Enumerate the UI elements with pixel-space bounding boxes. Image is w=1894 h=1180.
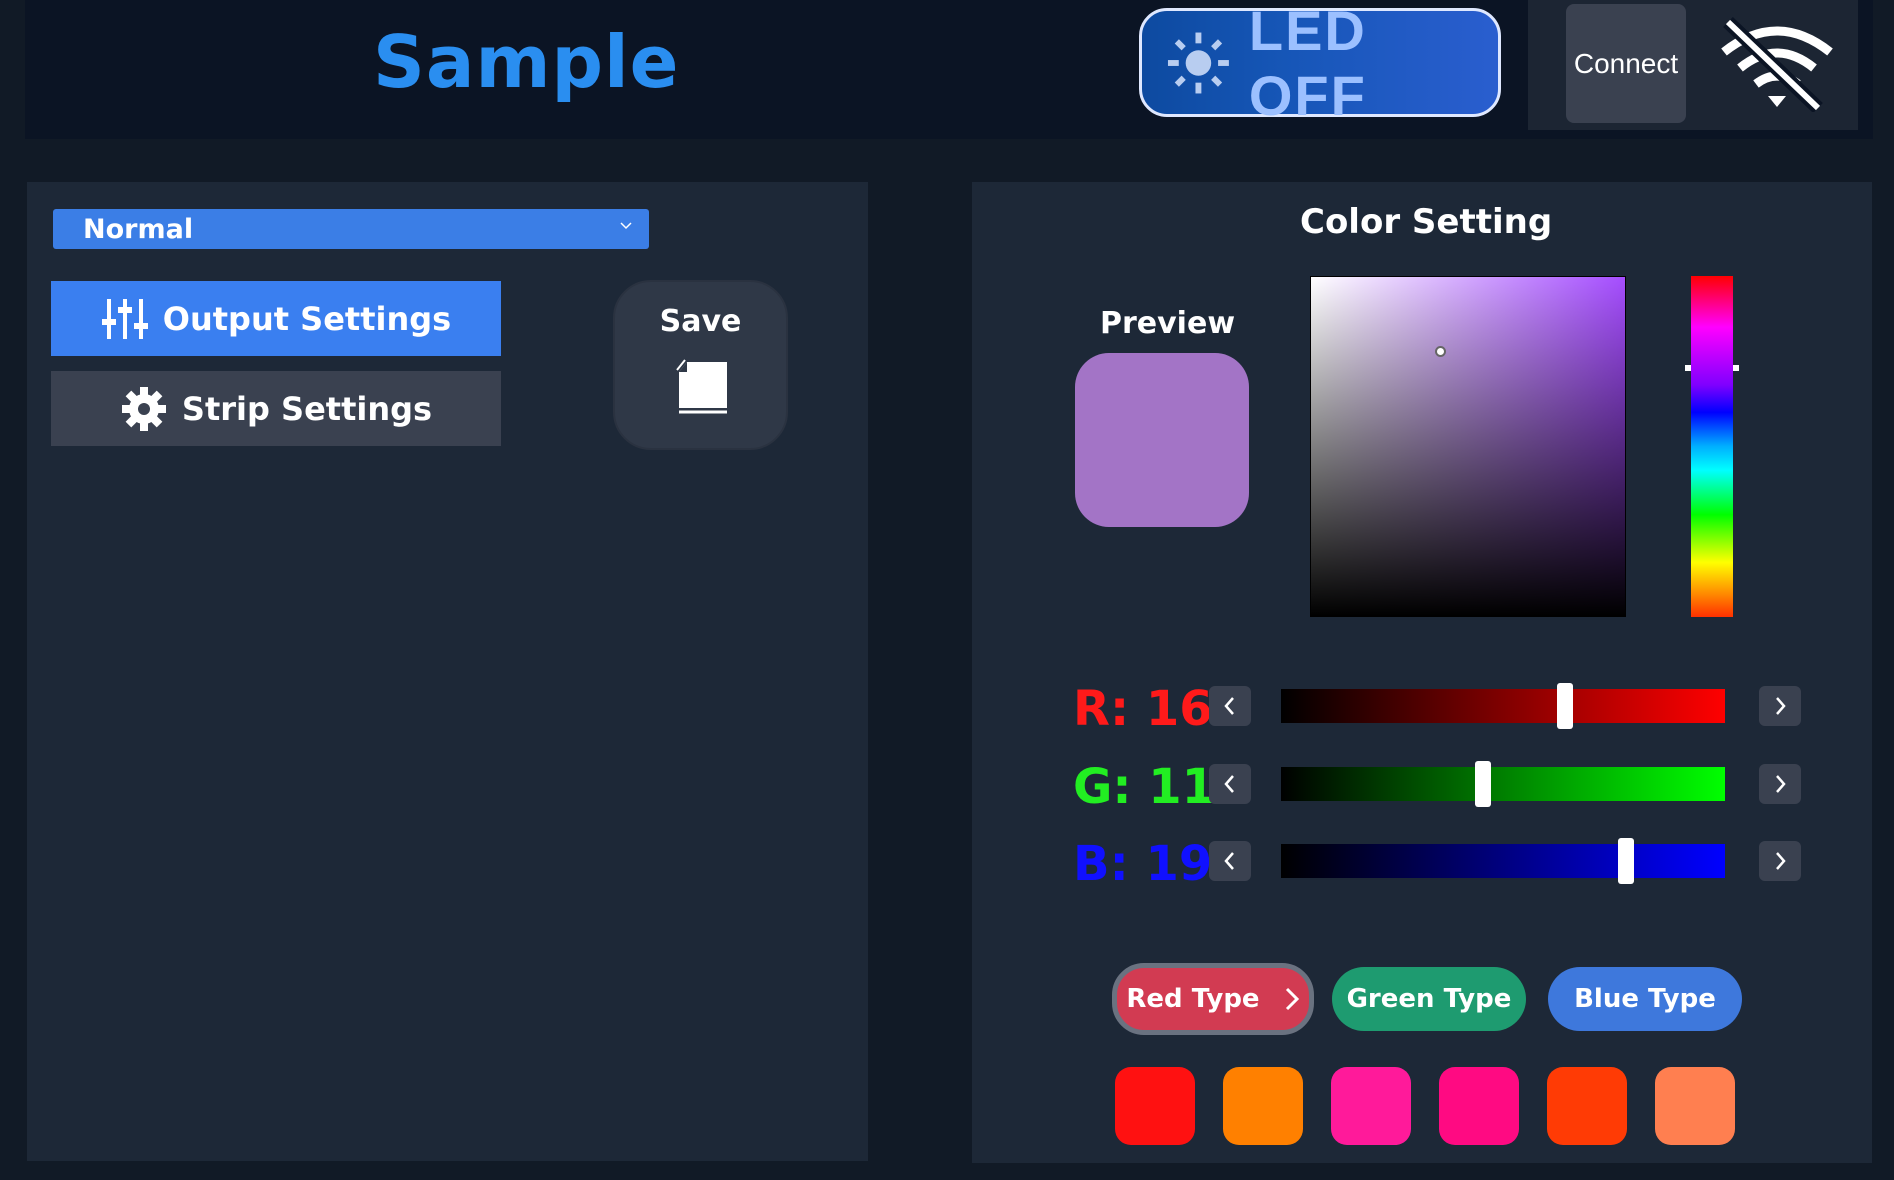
red-slider-thumb[interactable] — [1556, 683, 1573, 729]
color-preset-swatch[interactable] — [1547, 1067, 1627, 1145]
red-type-button[interactable]: Red Type — [1112, 963, 1314, 1035]
chevron-right-icon — [1776, 775, 1786, 793]
color-preset-swatch[interactable] — [1223, 1067, 1303, 1145]
color-setting-title: Color Setting — [1300, 202, 1553, 242]
save-label: Save — [659, 304, 742, 339]
green-slider[interactable] — [1281, 767, 1725, 801]
color-preset-swatch[interactable] — [1331, 1067, 1411, 1145]
red-slider[interactable] — [1281, 689, 1725, 723]
strip-settings-label: Strip Settings — [181, 389, 433, 428]
gear-icon — [121, 386, 166, 431]
mode-dropdown[interactable]: Normal — [53, 209, 649, 249]
output-settings-label: Output Settings — [162, 299, 452, 338]
led-toggle-button[interactable]: LED OFF — [1139, 0, 1501, 127]
mode-dropdown-value: Normal — [83, 213, 194, 245]
green-type-button[interactable]: Green Type — [1332, 967, 1526, 1031]
color-preset-swatch[interactable] — [1115, 1067, 1195, 1145]
chevron-right-icon — [1285, 987, 1299, 1011]
green-increase-button[interactable] — [1759, 764, 1801, 804]
blue-slider-thumb[interactable] — [1617, 838, 1634, 884]
hue-slider[interactable] — [1691, 276, 1733, 617]
red-type-label: Red Type — [1126, 984, 1260, 1014]
picker-handle[interactable] — [1434, 346, 1446, 358]
blue-decrease-button[interactable] — [1209, 841, 1251, 881]
blue-slider[interactable] — [1281, 844, 1725, 878]
strip-settings-button[interactable]: Strip Settings — [51, 371, 501, 446]
wifi-off-icon[interactable] — [1718, 16, 1836, 112]
color-preset-swatch[interactable] — [1439, 1067, 1519, 1145]
chevron-right-icon — [1776, 852, 1786, 870]
save-button[interactable]: Save — [613, 280, 788, 450]
color-preview-swatch — [1075, 353, 1249, 527]
preview-label: Preview — [1100, 306, 1236, 341]
blue-type-button[interactable]: Blue Type — [1548, 967, 1742, 1031]
chevron-left-icon — [1224, 852, 1234, 870]
green-decrease-button[interactable] — [1209, 764, 1251, 804]
save-icon — [676, 359, 727, 414]
hue-slider-handle[interactable] — [1685, 365, 1739, 372]
red-increase-button[interactable] — [1759, 686, 1801, 726]
chevron-left-icon — [1224, 775, 1234, 793]
chevron-right-icon — [1776, 697, 1786, 715]
green-slider-thumb[interactable] — [1474, 761, 1491, 807]
output-settings-button[interactable]: Output Settings — [51, 281, 501, 356]
sun-icon — [1167, 32, 1229, 93]
connect-button[interactable]: Connect — [1566, 4, 1686, 123]
color-preset-swatch[interactable] — [1655, 1067, 1735, 1145]
chevron-down-icon — [620, 222, 632, 230]
red-decrease-button[interactable] — [1209, 686, 1251, 726]
sliders-icon — [101, 298, 148, 339]
app-title: Sample — [373, 20, 680, 104]
saturation-brightness-picker[interactable] — [1310, 276, 1626, 617]
chevron-left-icon — [1224, 697, 1234, 715]
blue-increase-button[interactable] — [1759, 841, 1801, 881]
led-button-label: LED OFF — [1248, 0, 1367, 127]
